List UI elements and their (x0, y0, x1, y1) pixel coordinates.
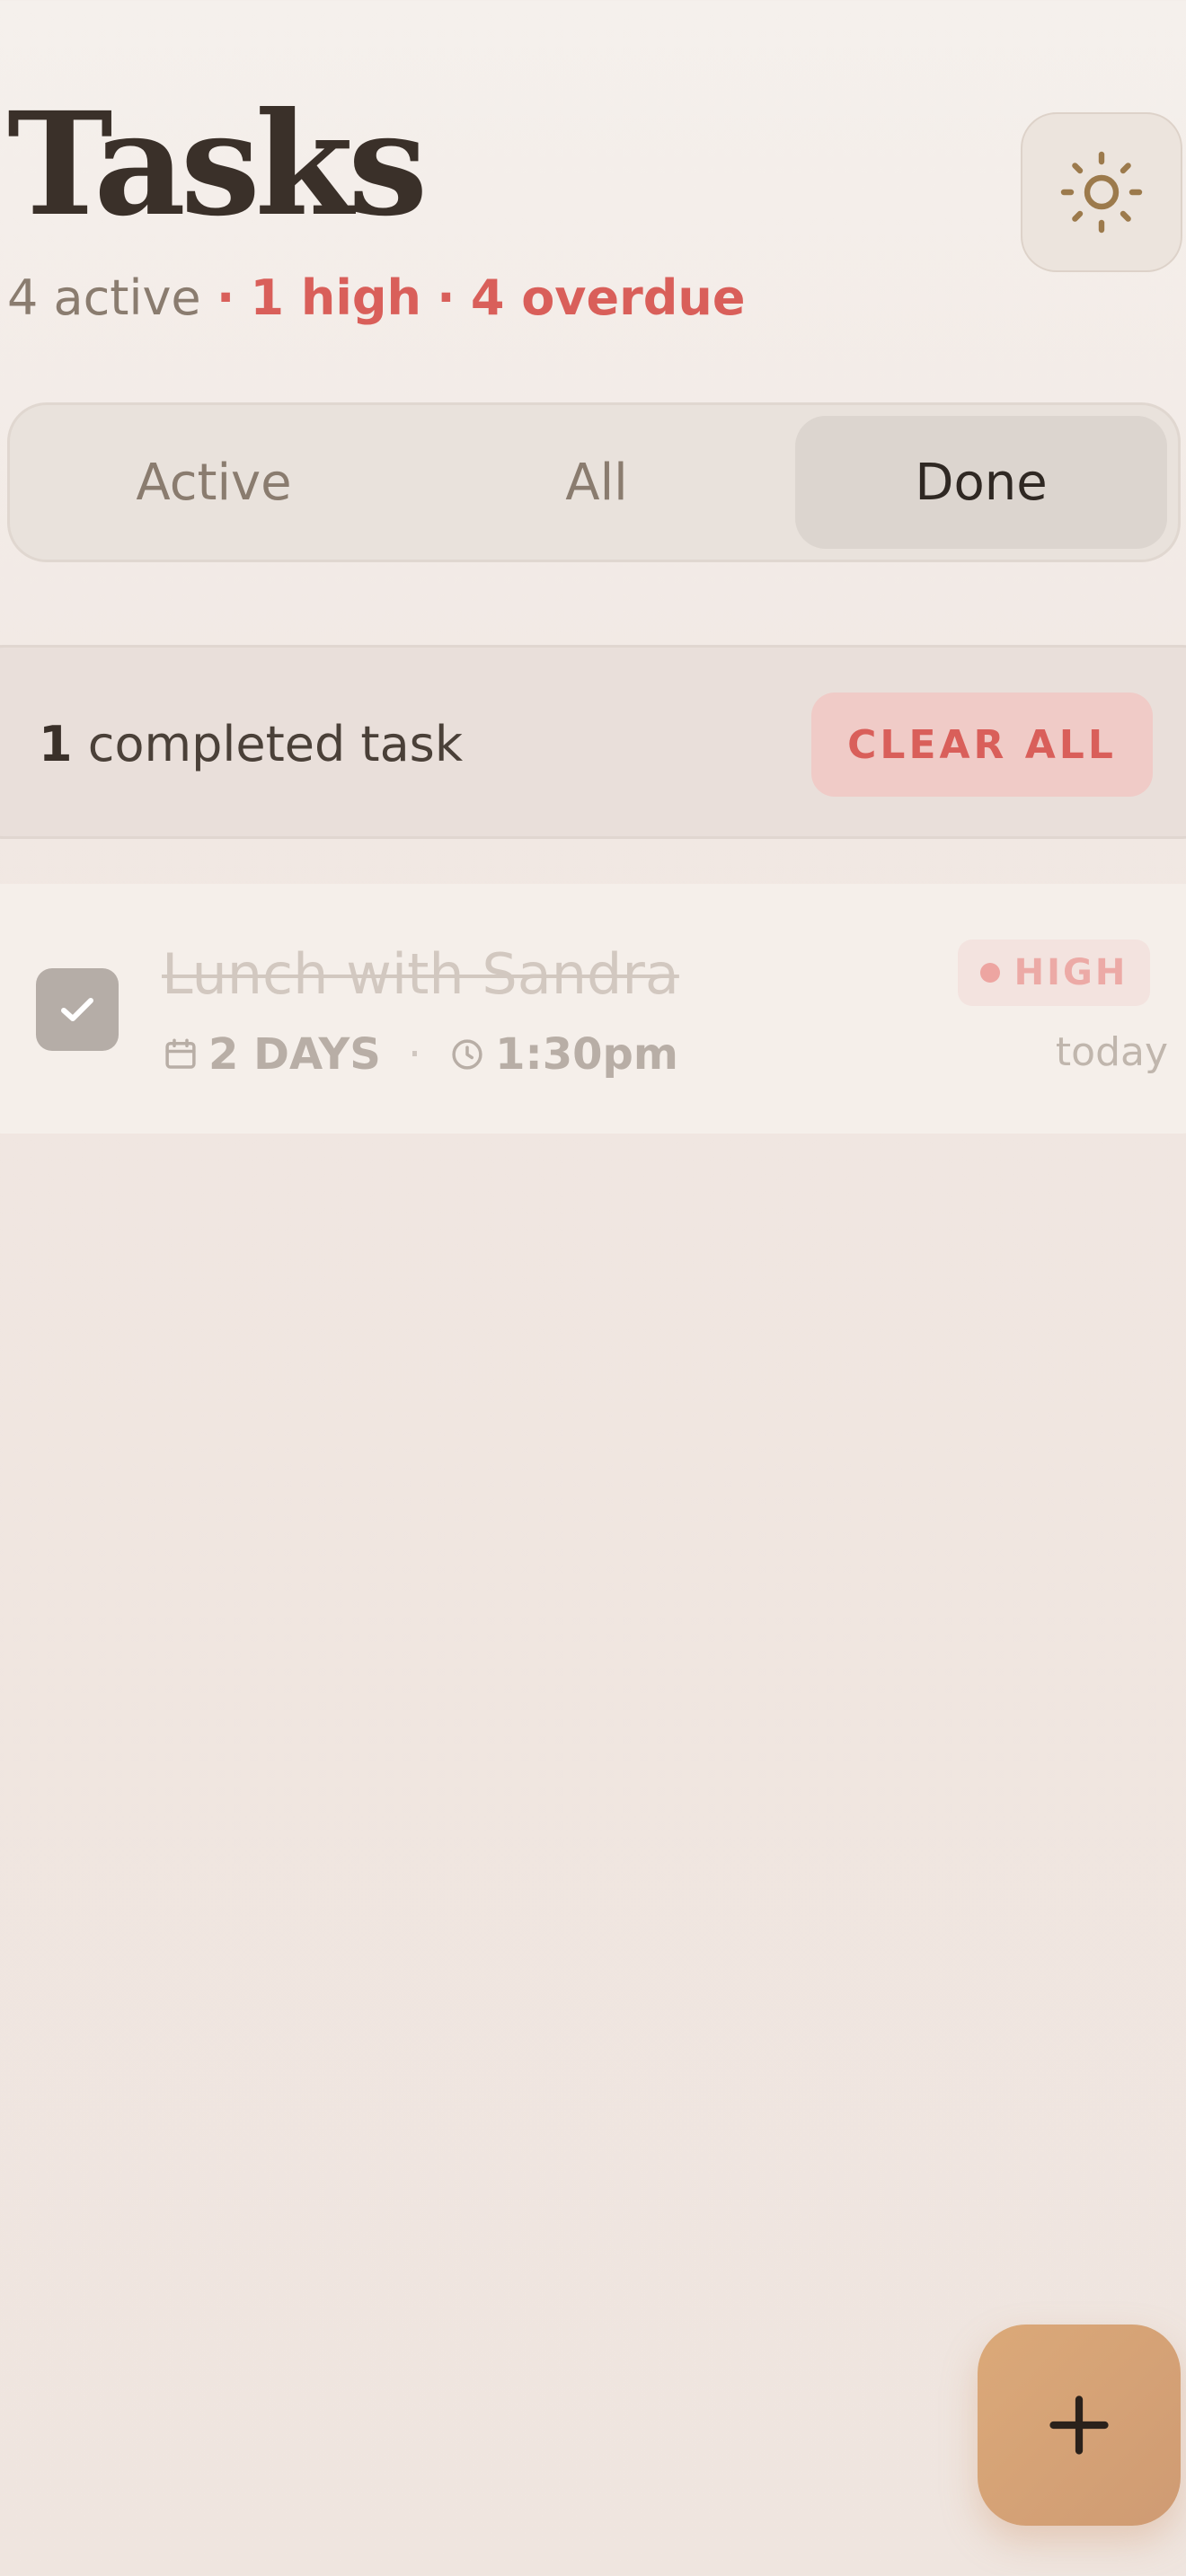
clock-icon (448, 1036, 486, 1073)
checkmark-icon (61, 998, 93, 1021)
task-summary: 4 active · 1 high · 4 overdue (7, 271, 745, 325)
summary-separator: · (437, 269, 456, 326)
tab-all[interactable]: All (411, 416, 783, 549)
sun-icon (1060, 151, 1143, 234)
priority-label: HIGH (1013, 952, 1128, 993)
priority-badge: HIGH (958, 940, 1150, 1006)
high-count: 1 high (250, 269, 421, 326)
add-task-button[interactable] (978, 2325, 1181, 2526)
task-meta: 2 DAYS · 1:30pm (162, 1029, 678, 1080)
task-due: today (1055, 1029, 1168, 1075)
clear-all-button[interactable]: CLEAR ALL (811, 693, 1153, 797)
calendar-icon (162, 1036, 199, 1073)
summary-separator: · (216, 269, 235, 326)
overdue-count: 4 overdue (470, 269, 746, 326)
task-date: 2 DAYS (208, 1029, 381, 1080)
completed-banner: 1 completed task CLEAR ALL (0, 645, 1186, 839)
completed-label: completed task (87, 716, 464, 772)
completed-count-text: 1 completed task (39, 718, 463, 772)
theme-toggle-button[interactable] (1021, 112, 1182, 272)
plus-icon (1049, 2395, 1109, 2455)
task-time: 1:30pm (495, 1029, 678, 1080)
list-item[interactable]: Lunch with Sandra 2 DAYS · 1:30pm HIGH t… (0, 884, 1186, 1134)
completed-count: 1 (39, 716, 73, 772)
task-checkbox[interactable] (36, 968, 119, 1051)
filter-tabs: Active All Done (7, 402, 1181, 562)
meta-separator: · (407, 1029, 422, 1080)
task-title: Lunch with Sandra (162, 941, 679, 1007)
active-count: 4 active (7, 269, 201, 326)
tab-active[interactable]: Active (28, 416, 400, 549)
priority-dot-icon (979, 963, 1000, 983)
tab-done[interactable]: Done (795, 416, 1167, 549)
page-title: Tasks (7, 82, 428, 248)
